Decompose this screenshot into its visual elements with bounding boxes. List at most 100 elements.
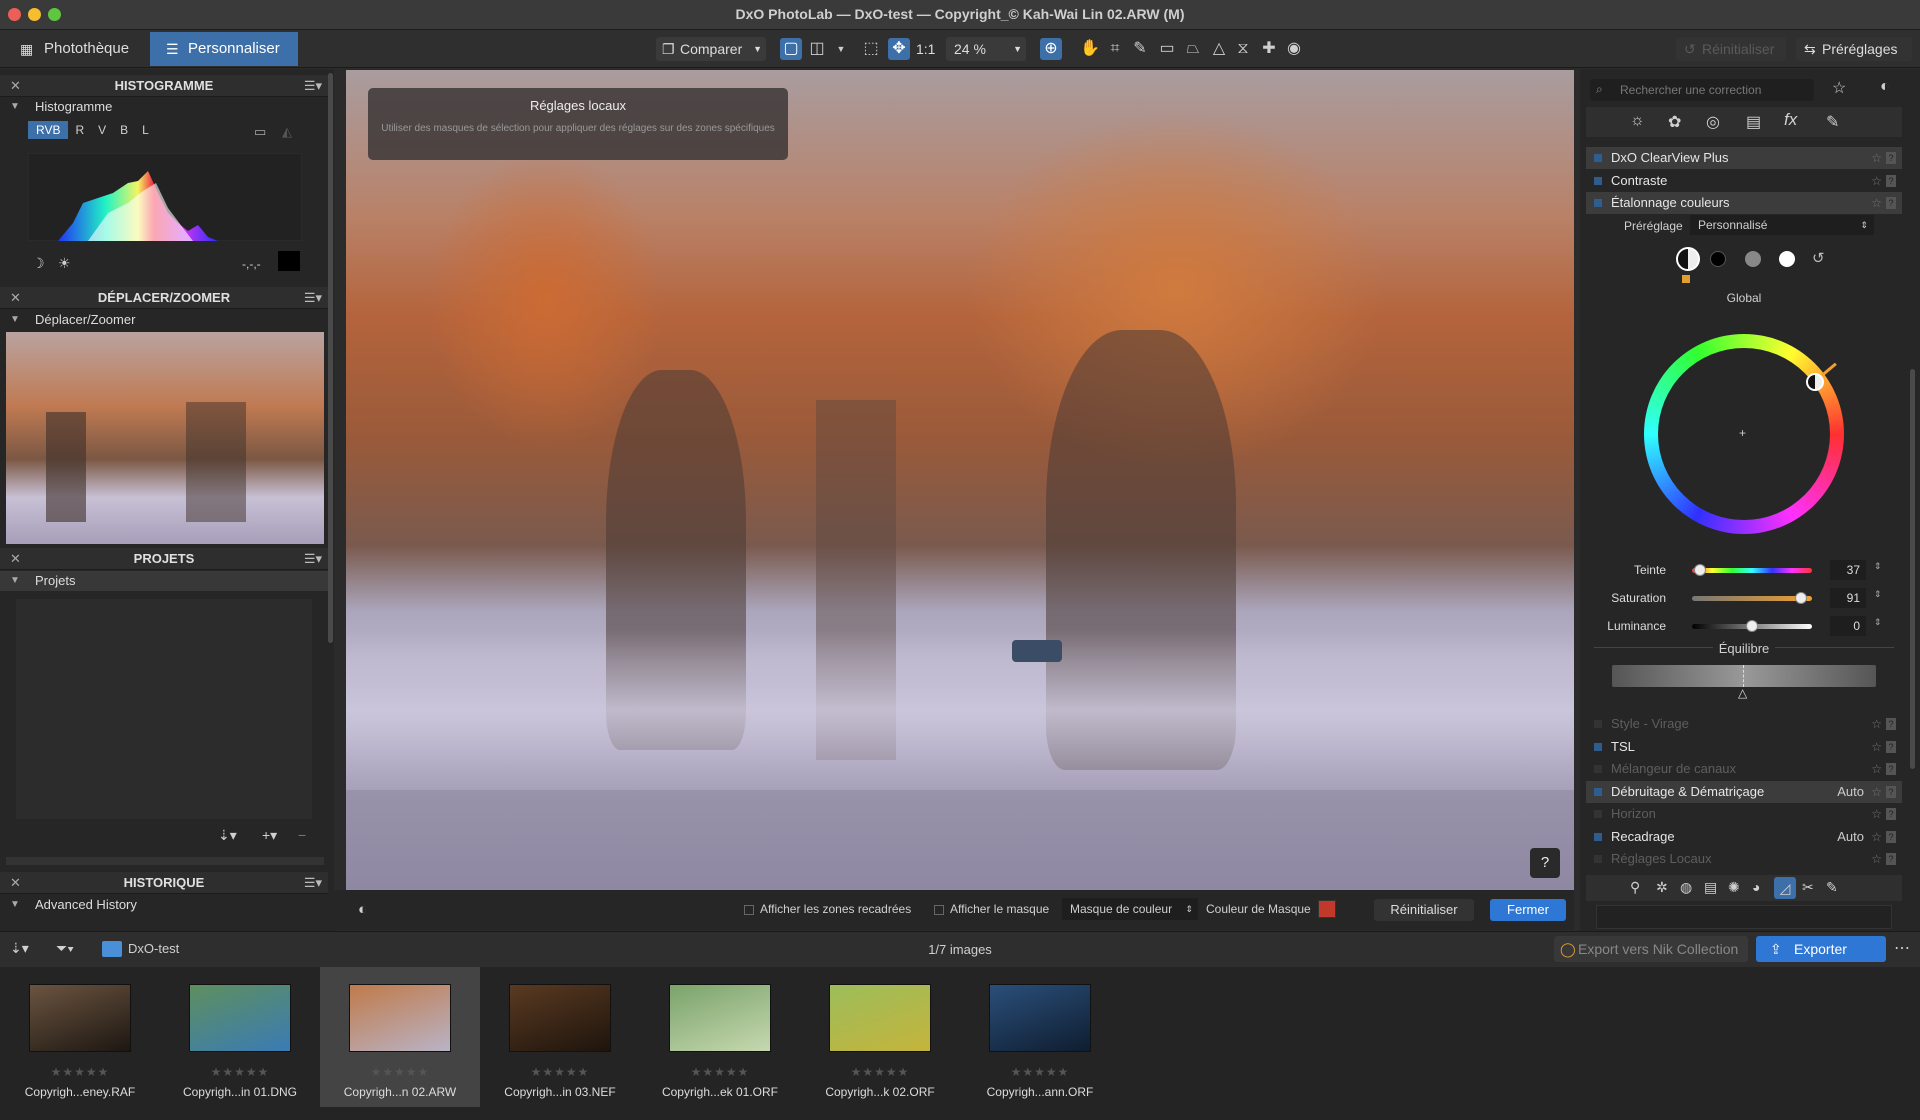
close-icon[interactable]: ✕ [10, 287, 21, 309]
help-icon[interactable]: ? [1886, 785, 1896, 798]
help-icon[interactable]: ? [1886, 718, 1896, 730]
local-adjust-icon[interactable]: ⧖ [1232, 38, 1254, 60]
mask-list[interactable] [1596, 905, 1892, 929]
star-icon[interactable]: ☆ [1871, 736, 1882, 758]
help-icon[interactable]: ? [1886, 197, 1896, 209]
enable-checkbox[interactable] [1594, 177, 1602, 185]
rating-stars[interactable]: ★★★★★ [800, 1065, 960, 1079]
star-icon[interactable]: ☆ [1871, 192, 1882, 214]
palette-row[interactable]: TSL ☆? [1586, 736, 1902, 758]
star-icon[interactable]: ☆ [1871, 170, 1882, 192]
help-icon[interactable]: ? [1886, 853, 1896, 865]
sun-icon[interactable]: ☀ [58, 255, 71, 272]
projects-list[interactable] [16, 599, 312, 819]
help-icon[interactable]: ? [1886, 740, 1896, 753]
midtones-wheel-button[interactable] [1745, 251, 1761, 267]
menu-icon[interactable]: ☰▾ [304, 872, 322, 894]
star-icon[interactable]: ☆ [1871, 781, 1882, 803]
shadows-wheel-button[interactable] [1710, 251, 1726, 267]
slider-knob[interactable] [1694, 564, 1707, 576]
palette-row[interactable]: Recadrage Auto ☆? [1586, 826, 1902, 848]
palette-row[interactable]: DxO ClearView Plus ☆? [1586, 147, 1902, 169]
enable-checkbox[interactable] [1594, 832, 1602, 841]
close-button[interactable]: Fermer [1490, 899, 1566, 921]
active-tool-icon[interactable]: ◿ [1774, 877, 1796, 899]
help-icon[interactable]: ? [1886, 175, 1896, 187]
filmstrip-thumbnail[interactable]: ★★★★★ Copyrigh...ek 01.ORF [640, 967, 800, 1107]
slider-value-field[interactable]: 0 [1830, 616, 1866, 636]
star-icon[interactable]: ☆ [1832, 78, 1846, 98]
show-crop-checkbox[interactable] [744, 905, 754, 915]
compare-button[interactable]: ❐ Comparer ▼ [656, 37, 766, 61]
stepper-icon[interactable]: ⇕ [1874, 589, 1882, 600]
filmstrip-thumbnail[interactable]: ★★★★★ Copyrigh...in 01.DNG [160, 967, 320, 1107]
help-icon[interactable]: ? [1886, 763, 1896, 775]
perspective-icon[interactable]: ⏢ [1182, 38, 1204, 60]
help-icon[interactable]: ? [1886, 152, 1896, 164]
repair-icon[interactable]: ✚ [1258, 38, 1280, 60]
close-icon[interactable]: ✕ [10, 872, 21, 894]
reset-button[interactable]: ↺ Réinitialiser [1676, 37, 1786, 61]
slider-track[interactable] [1692, 596, 1812, 601]
split-view-icon[interactable]: ◫ [806, 38, 828, 60]
menu-icon[interactable]: ☰▾ [304, 548, 322, 570]
more-icon[interactable]: ⋯ [1894, 938, 1910, 958]
eraser-icon[interactable]: ◕ [1752, 879, 1760, 895]
stepper-icon[interactable]: ⇕ [1874, 561, 1882, 572]
palette-row[interactable]: Horizon ☆? [1586, 803, 1902, 825]
mask-type-select[interactable]: Masque de couleur ⇕ [1062, 898, 1198, 920]
toggle-icon[interactable]: ◐ [1880, 78, 1890, 96]
graduated-filter-icon[interactable]: ▤ [1704, 879, 1717, 896]
control-line-icon[interactable]: ✲ [1656, 879, 1668, 896]
add-project-icon[interactable]: +▾ [262, 827, 277, 844]
channel-b[interactable]: B [113, 121, 135, 139]
slider-knob[interactable] [1746, 620, 1758, 632]
single-view-icon[interactable]: ▢ [780, 38, 802, 60]
palette-row[interactable]: Style - Virage ☆? [1586, 713, 1902, 735]
balance-slider[interactable] [1612, 665, 1876, 687]
projects-subheader[interactable]: ▼ Projets [0, 571, 328, 591]
image-viewer[interactable]: Réglages locaux Utiliser des masques de … [346, 70, 1574, 890]
pen-icon[interactable]: ✎ [1826, 879, 1838, 896]
zoom-level-select[interactable]: 24 % ▼ [946, 37, 1026, 61]
navigator-preview[interactable] [6, 332, 324, 544]
filmstrip-thumbnail[interactable]: ★★★★★ Copyrigh...eney.RAF [0, 967, 160, 1107]
menu-icon[interactable]: ☰▾ [304, 75, 322, 97]
filmstrip-thumbnail[interactable]: ★★★★★ Copyrigh...n 02.ARW [320, 967, 480, 1107]
search-field[interactable]: ⌕ Rechercher une correction [1590, 79, 1814, 101]
left-scrollbar[interactable] [328, 73, 333, 643]
monitor-icon[interactable]: ▭ [254, 124, 266, 140]
split-compare-icon[interactable]: ◐ [358, 901, 367, 918]
auto-mask-icon[interactable]: ✺ [1728, 879, 1740, 896]
presets-button[interactable]: ⇆ Préréglages [1796, 37, 1912, 61]
palette-row[interactable]: Débruitage & Dématriçage Auto ☆? [1586, 780, 1902, 803]
help-icon[interactable]: ? [1886, 808, 1896, 820]
projects-header[interactable]: ✕ PROJETS ☰▾ [0, 548, 328, 570]
enable-checkbox[interactable] [1594, 810, 1602, 818]
fx-icon[interactable]: fx [1784, 110, 1797, 130]
control-point-icon[interactable]: ⚲ [1630, 879, 1640, 896]
nik-export-button[interactable]: ◯ Export vers Nik Collection [1554, 936, 1748, 962]
chevron-down-icon[interactable]: ▼ [830, 38, 852, 60]
brush-icon[interactable]: ◍ [1680, 879, 1692, 896]
enable-checkbox[interactable] [1594, 855, 1602, 863]
sort-icon[interactable]: ⇣▾ [218, 827, 237, 844]
show-mask-checkbox[interactable] [934, 905, 944, 915]
preset-select[interactable]: Personnalisé ⇕ [1690, 215, 1874, 235]
balance-handle-icon[interactable]: △ [1738, 686, 1747, 700]
enable-checkbox[interactable] [1594, 765, 1602, 773]
slider-track[interactable] [1692, 568, 1812, 573]
geometry-icon[interactable]: ▤ [1746, 112, 1761, 132]
tab-phototheque[interactable]: ▦ Photothèque [6, 32, 144, 66]
stepper-icon[interactable]: ⇕ [1874, 617, 1882, 628]
menu-icon[interactable]: ☰▾ [304, 287, 322, 309]
channel-v[interactable]: V [91, 121, 113, 139]
star-icon[interactable]: ☆ [1871, 848, 1882, 870]
global-wheel-button[interactable] [1676, 247, 1700, 271]
light-icon[interactable]: ☼ [1630, 112, 1645, 130]
rating-stars[interactable]: ★★★★★ [320, 1065, 480, 1079]
color-icon[interactable]: ✿ [1668, 112, 1681, 132]
help-icon[interactable]: ? [1886, 830, 1896, 843]
history-subheader[interactable]: ▼ Advanced History [0, 895, 328, 915]
local-icon[interactable]: ✎ [1826, 112, 1839, 132]
